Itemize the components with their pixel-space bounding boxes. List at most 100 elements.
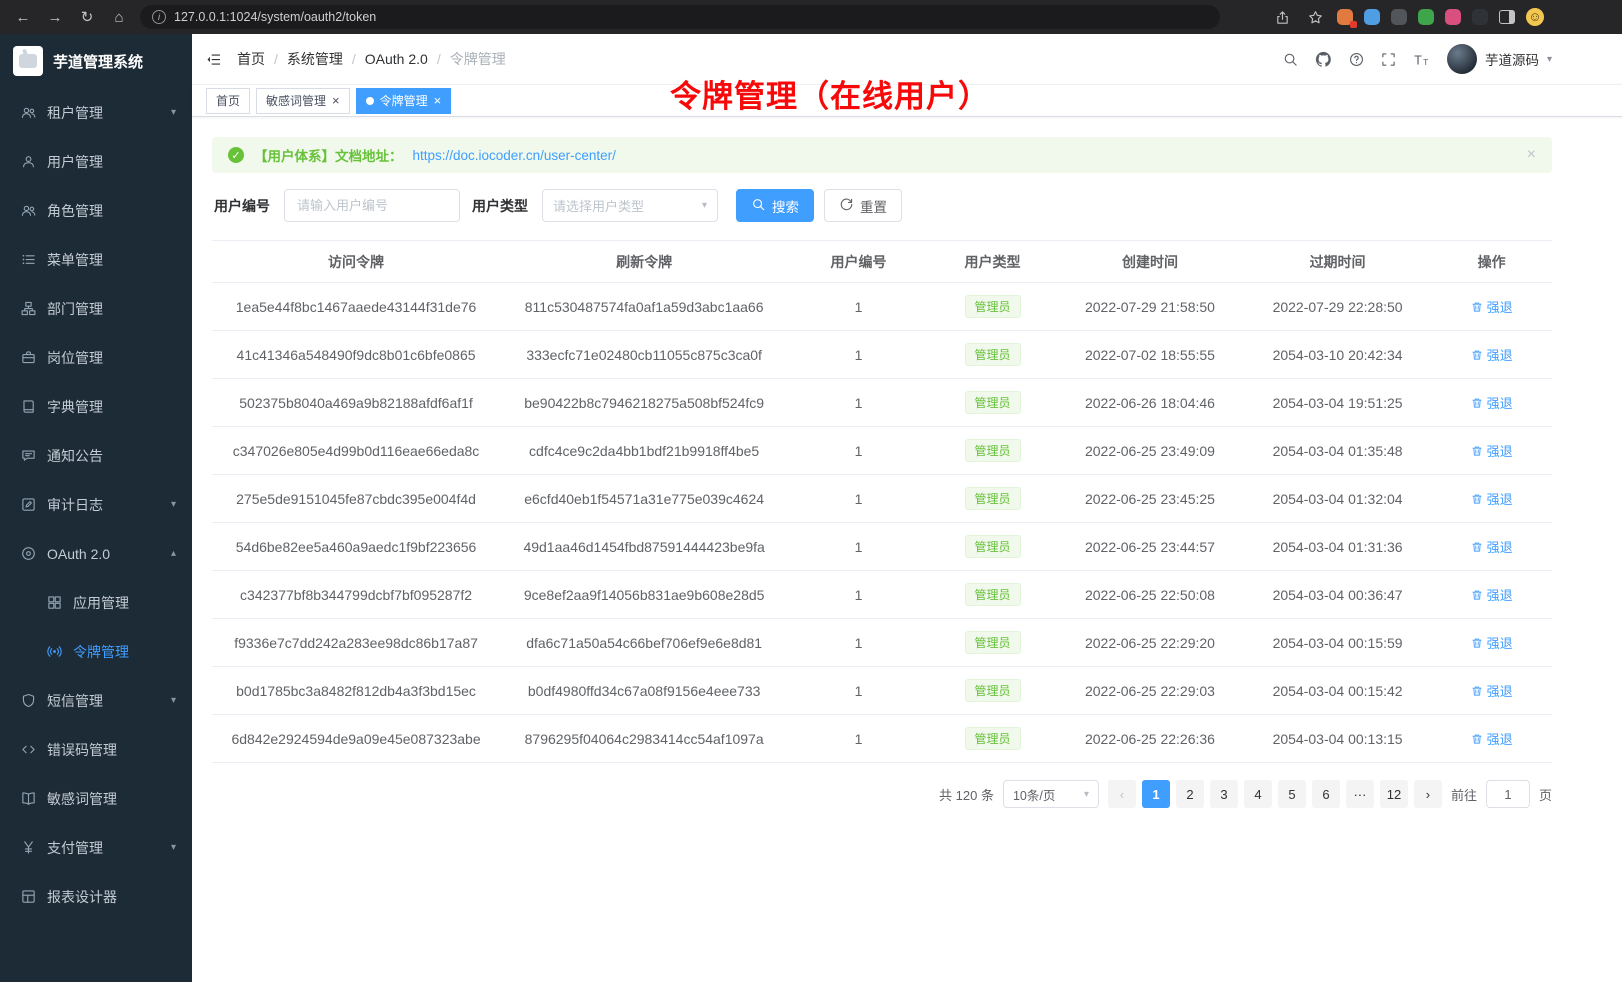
user-icon: [20, 154, 36, 170]
pagination-more-button[interactable]: ···: [1346, 780, 1374, 808]
force-logout-button[interactable]: 强退: [1471, 729, 1513, 748]
sidebar-item-notice[interactable]: 通知公告: [0, 431, 192, 480]
force-logout-button[interactable]: 强退: [1471, 633, 1513, 652]
force-logout-button[interactable]: 强退: [1471, 441, 1513, 460]
sidebar-item-menu[interactable]: 菜单管理: [0, 235, 192, 284]
tab-1[interactable]: 敏感词管理 ×: [256, 88, 350, 114]
sidebar-item-audit[interactable]: 审计日志▾: [0, 480, 192, 529]
tenant-icon: [20, 105, 36, 121]
sidebar-item-errcode[interactable]: 错误码管理: [0, 725, 192, 774]
force-logout-button[interactable]: 强退: [1471, 393, 1513, 412]
force-logout-button[interactable]: 强退: [1471, 489, 1513, 508]
pagination-next-button[interactable]: ›: [1414, 780, 1442, 808]
browser-home-icon[interactable]: ⌂: [108, 6, 130, 28]
oauth-icon: [20, 546, 36, 562]
sidebar-item-label: 敏感词管理: [47, 789, 117, 809]
pagination-page-4[interactable]: 4: [1244, 780, 1272, 808]
sidebar-item-oauth[interactable]: OAuth 2.0▴: [0, 529, 192, 578]
sidebar-item-sensitive[interactable]: 敏感词管理: [0, 774, 192, 823]
user-type-select[interactable]: 请选择用户类型 ▾: [542, 189, 718, 222]
pagination-prev-button[interactable]: ‹: [1108, 780, 1136, 808]
page-info-icon[interactable]: i: [152, 10, 166, 24]
pagination-page-5[interactable]: 5: [1278, 780, 1306, 808]
force-logout-button[interactable]: 强退: [1471, 681, 1513, 700]
force-logout-button[interactable]: 强退: [1471, 297, 1513, 316]
user-id-input[interactable]: [284, 189, 460, 222]
tab-close-icon[interactable]: ×: [434, 94, 442, 107]
bookmark-star-icon[interactable]: [1304, 6, 1326, 28]
breadcrumb-item[interactable]: 首页: [237, 49, 265, 69]
force-logout-button[interactable]: 强退: [1471, 345, 1513, 364]
force-logout-button[interactable]: 强退: [1471, 585, 1513, 604]
reset-button[interactable]: 重置: [824, 189, 902, 222]
alert-text: 【用户体系】文档地址：: [254, 145, 403, 165]
breadcrumb-item[interactable]: 系统管理: [287, 49, 343, 69]
sidebar-item-token[interactable]: 令牌管理: [0, 627, 192, 676]
user-menu[interactable]: 芋道源码 ▾: [1447, 44, 1552, 74]
sidebar-item-pay[interactable]: 支付管理▾: [0, 823, 192, 872]
created-at-cell: 2022-07-02 18:55:55: [1056, 331, 1244, 379]
browser-reload-icon[interactable]: ↻: [76, 6, 98, 28]
sidebar-item-report[interactable]: 报表设计器: [0, 872, 192, 921]
actions-cell: 强退: [1431, 715, 1552, 763]
collapse-sidebar-icon[interactable]: [206, 52, 221, 67]
tab-label: 敏感词管理: [266, 92, 326, 109]
created-at-cell: 2022-06-25 22:29:03: [1056, 667, 1244, 715]
pagination-page-1[interactable]: 1: [1142, 780, 1170, 808]
search-icon[interactable]: [1283, 52, 1298, 67]
sidebar-item-user[interactable]: 用户管理: [0, 137, 192, 186]
tab-label: 首页: [216, 92, 240, 109]
search-button[interactable]: 搜索: [736, 189, 814, 222]
goto-page-input[interactable]: [1486, 780, 1530, 808]
chevron-down-icon: ▾: [171, 107, 176, 118]
user-id-cell: 1: [788, 619, 929, 667]
sidebar-item-dept[interactable]: 部门管理: [0, 284, 192, 333]
share-icon[interactable]: [1271, 6, 1293, 28]
browser-profile-avatar[interactable]: ☺: [1526, 8, 1544, 26]
extension-black-icon[interactable]: [1472, 9, 1488, 25]
app-icon: [46, 595, 62, 611]
user-type-cell: 管理员: [929, 715, 1056, 763]
pagination-page-3[interactable]: 3: [1210, 780, 1238, 808]
side-panel-icon[interactable]: [1499, 10, 1515, 24]
extension-orange-icon[interactable]: [1337, 9, 1353, 25]
sidebar-item-app[interactable]: 应用管理: [0, 578, 192, 627]
pagination-page-6[interactable]: 6: [1312, 780, 1340, 808]
breadcrumb-separator: /: [437, 51, 441, 67]
sidebar-item-dict[interactable]: 字典管理: [0, 382, 192, 431]
extension-dark-icon[interactable]: [1391, 9, 1407, 25]
browser-forward-icon[interactable]: →: [44, 6, 66, 28]
sidebar-item-label: 租户管理: [47, 103, 103, 123]
tab-close-icon[interactable]: ×: [332, 94, 340, 107]
browser-back-icon[interactable]: ←: [12, 6, 34, 28]
pagination-page-12[interactable]: 12: [1380, 780, 1408, 808]
fullscreen-icon[interactable]: [1381, 52, 1396, 67]
breadcrumb-separator: /: [352, 51, 356, 67]
table-row: b0d1785bc3a8482f812db4a3f3bd15ecb0df4980…: [212, 667, 1552, 715]
tab-2[interactable]: 令牌管理×: [356, 88, 452, 114]
actions-cell: 强退: [1431, 619, 1552, 667]
page-size-select[interactable]: 10条/页 ▾: [1003, 780, 1099, 808]
sidebar-item-tenant[interactable]: 租户管理 ▾: [0, 88, 192, 137]
breadcrumb-item[interactable]: OAuth 2.0: [365, 51, 428, 67]
github-icon[interactable]: [1315, 51, 1332, 68]
sidebar-item-post[interactable]: 岗位管理: [0, 333, 192, 382]
help-icon[interactable]: [1349, 52, 1364, 67]
tab-0[interactable]: 首页: [206, 88, 250, 114]
refresh-token-cell: 9ce8ef2aa9f14056b831ae9b608e28d5: [500, 571, 788, 619]
access-token-cell: b0d1785bc3a8482f812db4a3f3bd15ec: [212, 667, 500, 715]
report-icon: [20, 889, 36, 905]
extension-blue-icon[interactable]: [1364, 9, 1380, 25]
doc-link[interactable]: https://doc.iocoder.cn/user-center/: [413, 148, 616, 163]
sidebar-item-sms[interactable]: 短信管理▾: [0, 676, 192, 725]
sidebar-item-role[interactable]: 角色管理: [0, 186, 192, 235]
alert-close-icon[interactable]: ×: [1527, 146, 1536, 164]
extension-pink-icon[interactable]: [1445, 9, 1461, 25]
pagination-page-2[interactable]: 2: [1176, 780, 1204, 808]
force-logout-button[interactable]: 强退: [1471, 537, 1513, 556]
access-token-cell: 41c41346a548490f9dc8b01c6bfe0865: [212, 331, 500, 379]
browser-url-bar[interactable]: i 127.0.0.1:1024/system/oauth2/token: [140, 5, 1220, 29]
font-size-icon[interactable]: TT: [1413, 51, 1430, 68]
extension-green-icon[interactable]: [1418, 9, 1434, 25]
chevron-down-icon: ▾: [171, 695, 176, 706]
